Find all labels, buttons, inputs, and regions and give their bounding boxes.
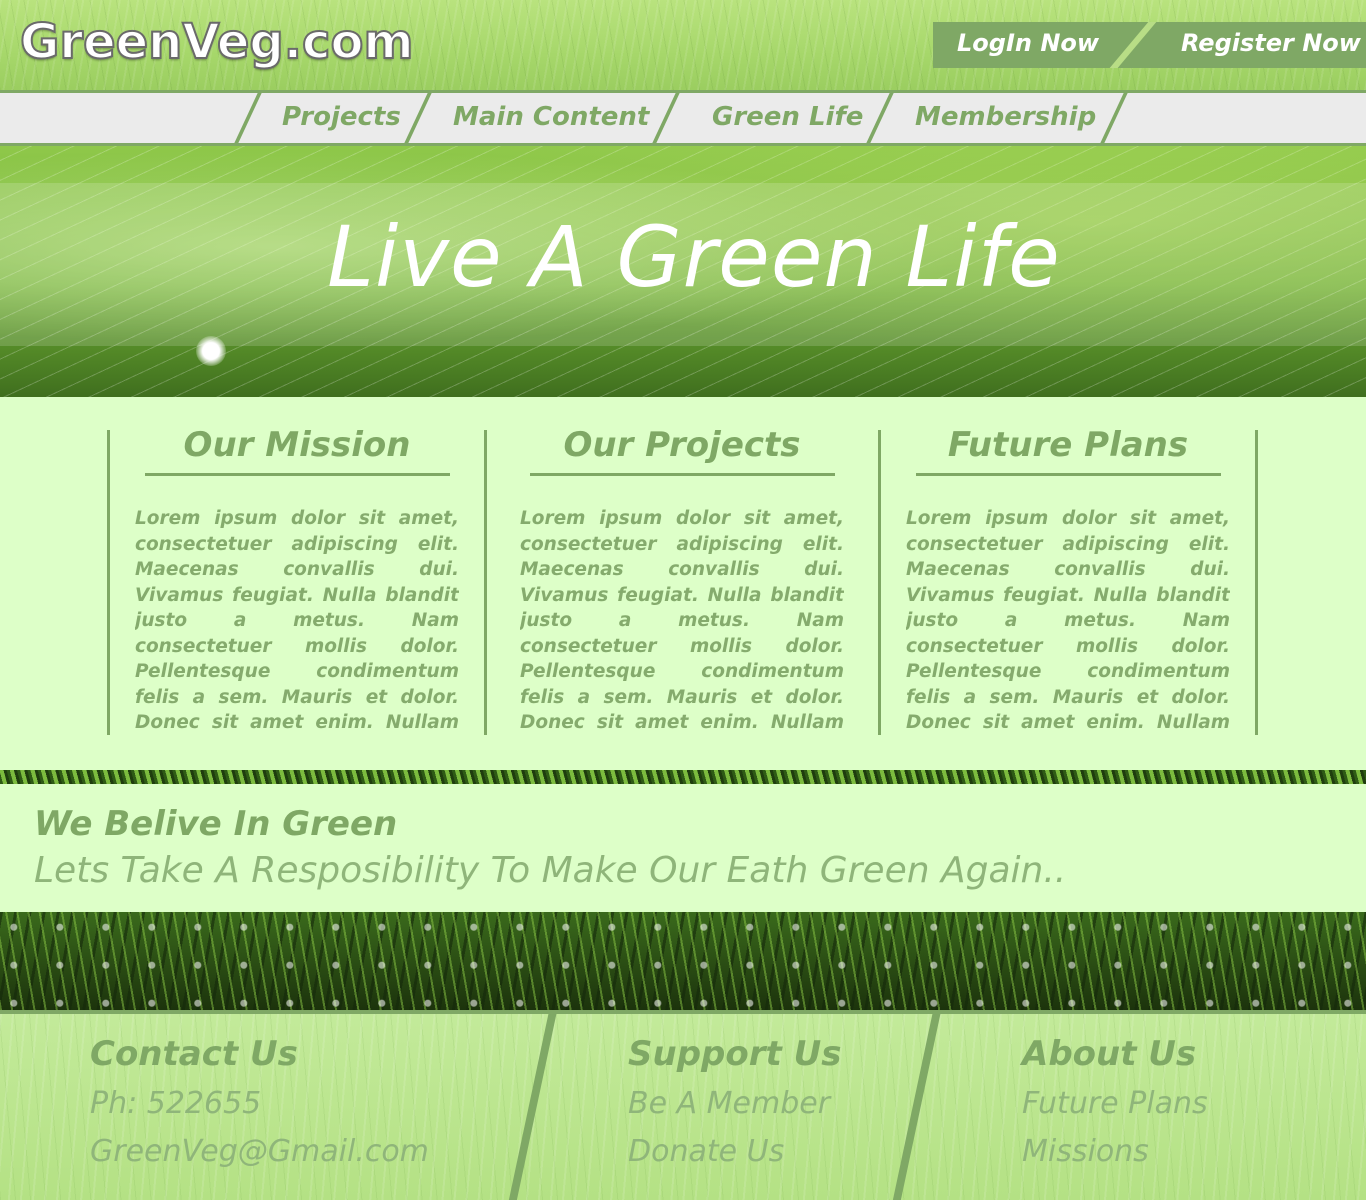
column-our-projects: Our Projects Lorem ipsum dolor sit amet,… bbox=[520, 425, 844, 736]
footer-about-title: About Us bbox=[1022, 1034, 1197, 1074]
nav-item-green-life[interactable]: Green Life bbox=[712, 93, 863, 143]
nav-item-main-content[interactable]: Main Content bbox=[453, 93, 649, 143]
nav-divider bbox=[866, 93, 894, 143]
nav-divider bbox=[404, 93, 432, 143]
footer-divider bbox=[506, 1014, 558, 1200]
water-drop-graphic bbox=[196, 336, 226, 366]
main-nav: Projects Main Content Green Life Members… bbox=[0, 90, 1366, 146]
footer-email-link[interactable]: GreenVeg@Gmail.com bbox=[90, 1128, 429, 1176]
column-rule bbox=[529, 473, 835, 476]
nav-item-membership[interactable]: Membership bbox=[915, 93, 1096, 143]
column-rule bbox=[144, 473, 450, 476]
site-header: GreenVeg.com LogIn Now Register Now bbox=[0, 0, 1366, 92]
footer-contact: Contact Us Ph: 522655 GreenVeg@Gmail.com bbox=[90, 1032, 429, 1176]
info-columns: Our Mission Lorem ipsum dolor sit amet, … bbox=[0, 397, 1366, 770]
column-title: Our Mission bbox=[183, 425, 411, 465]
footer-be-member-link[interactable]: Be A Member bbox=[628, 1080, 841, 1128]
column-text: Lorem ipsum dolor sit amet, consectetuer… bbox=[520, 508, 844, 733]
column-divider bbox=[107, 430, 110, 735]
belief-banner: We Belive In Green Lets Take A Resposibi… bbox=[0, 784, 1366, 912]
hero-banner: Live A Green Life bbox=[0, 146, 1366, 398]
column-text: Lorem ipsum dolor sit amet, consectetuer… bbox=[906, 508, 1230, 733]
nav-item-projects[interactable]: Projects bbox=[282, 93, 401, 143]
footer-support: Support Us Be A Member Donate Us bbox=[628, 1032, 841, 1176]
footer-contact-title: Contact Us bbox=[90, 1034, 298, 1074]
hero-title: Live A Green Life bbox=[327, 208, 1061, 306]
nav-divider bbox=[652, 93, 680, 143]
nav-divider bbox=[1100, 93, 1128, 143]
belief-title: We Belive In Green bbox=[34, 804, 398, 844]
footer-future-plans-link[interactable]: Future Plans bbox=[1022, 1080, 1208, 1128]
footer-phone: Ph: 522655 bbox=[90, 1086, 262, 1121]
site-footer: Contact Us Ph: 522655 GreenVeg@Gmail.com… bbox=[0, 1010, 1366, 1200]
grass-strip bbox=[0, 770, 1366, 784]
column-future-plans: Future Plans Lorem ipsum dolor sit amet,… bbox=[906, 425, 1230, 736]
column-rule bbox=[915, 473, 1221, 476]
nav-divider bbox=[234, 93, 262, 143]
column-divider bbox=[484, 430, 487, 735]
footer-missions-link[interactable]: Missions bbox=[1022, 1128, 1208, 1176]
footer-about: About Us Future Plans Missions bbox=[1022, 1032, 1208, 1176]
column-title: Future Plans bbox=[947, 425, 1189, 465]
footer-donate-link[interactable]: Donate Us bbox=[628, 1128, 841, 1176]
footer-divider bbox=[890, 1014, 942, 1200]
grass-photo-strip bbox=[0, 912, 1366, 1010]
column-title: Our Projects bbox=[563, 425, 801, 465]
login-button[interactable]: LogIn Now bbox=[957, 22, 1099, 68]
auth-divider bbox=[1109, 22, 1157, 68]
column-our-mission: Our Mission Lorem ipsum dolor sit amet, … bbox=[135, 425, 459, 736]
site-logo[interactable]: GreenVeg.com bbox=[19, 13, 414, 71]
belief-subtitle: Lets Take A Resposibility To Make Our Ea… bbox=[34, 850, 1067, 891]
register-button[interactable]: Register Now bbox=[1181, 22, 1361, 68]
column-text: Lorem ipsum dolor sit amet, consectetuer… bbox=[135, 508, 459, 733]
column-divider bbox=[1255, 430, 1258, 735]
column-divider bbox=[878, 430, 881, 735]
footer-support-title: Support Us bbox=[628, 1034, 842, 1074]
auth-bar: LogIn Now Register Now bbox=[933, 22, 1366, 68]
